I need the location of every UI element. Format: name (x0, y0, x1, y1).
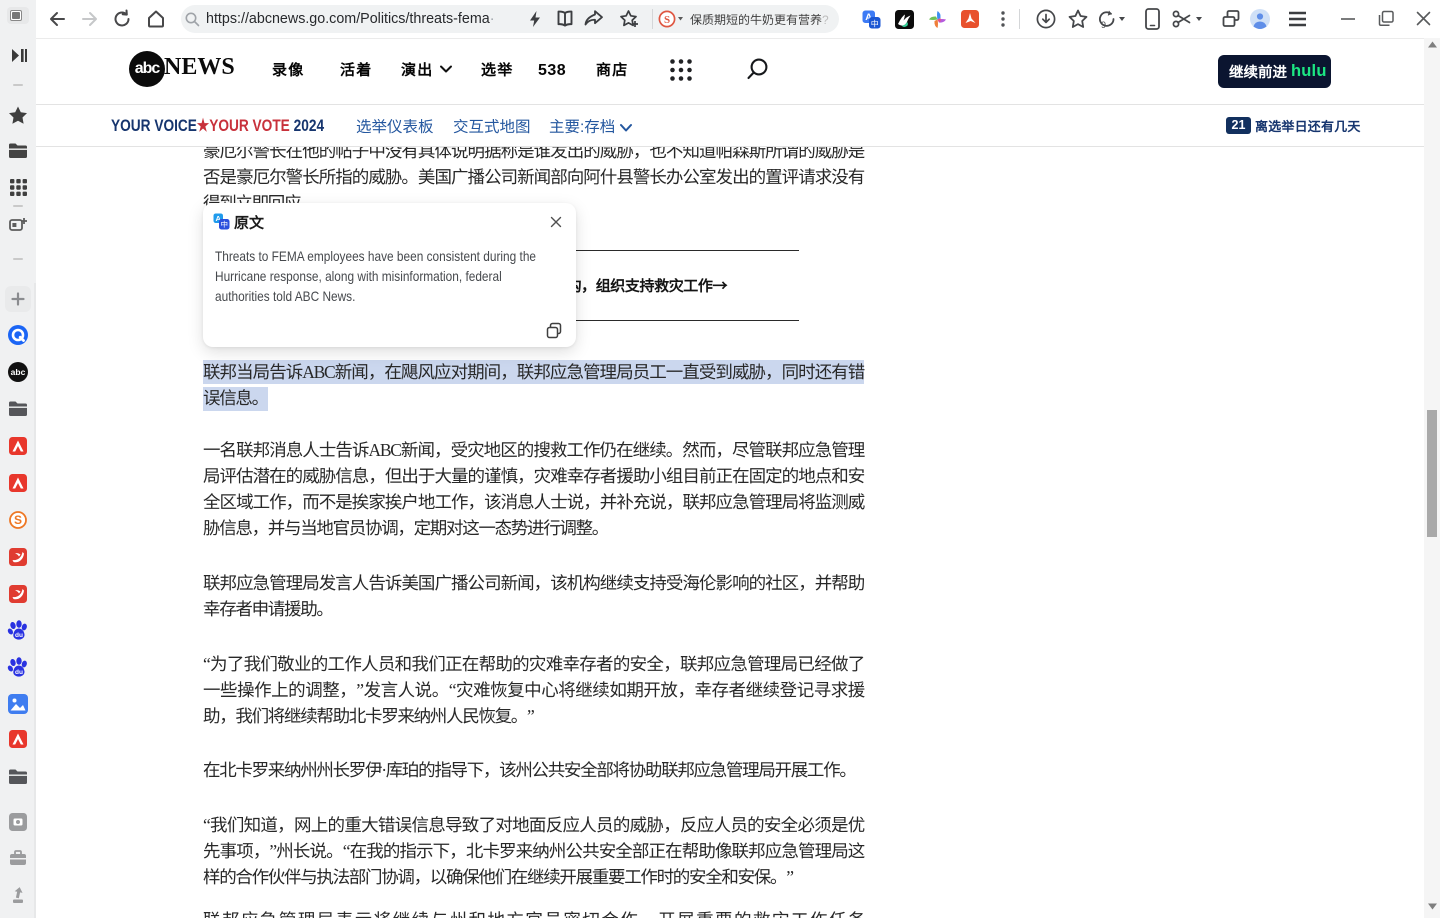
svg-text:du: du (15, 669, 23, 676)
svg-text:中: 中 (220, 219, 228, 230)
svg-text:du: du (15, 632, 23, 639)
svg-text:9: 9 (1101, 20, 1106, 29)
svg-text:S: S (14, 513, 22, 527)
svg-text:中: 中 (871, 18, 879, 29)
svg-text:S: S (664, 14, 670, 26)
